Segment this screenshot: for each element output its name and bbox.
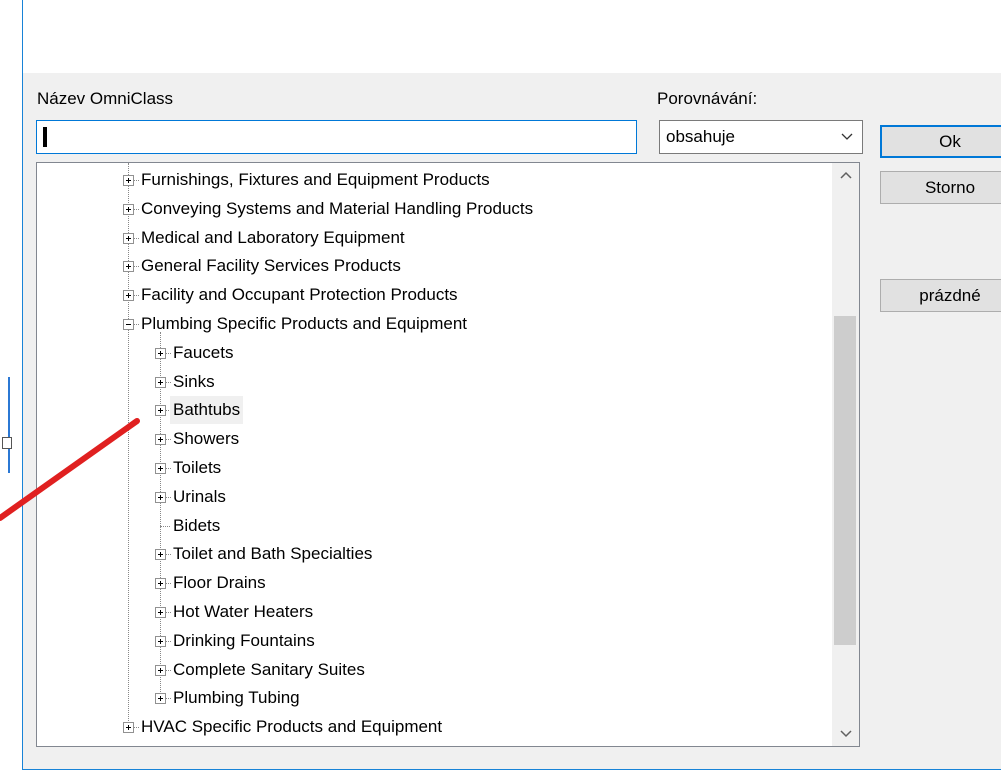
tree-item[interactable]: Faucets bbox=[37, 339, 832, 367]
tree-item-label: Plumbing Specific Products and Equipment bbox=[141, 314, 468, 333]
expand-icon[interactable] bbox=[155, 491, 166, 503]
tree-item[interactable]: Hot Water Heaters bbox=[37, 598, 832, 626]
expand-icon[interactable] bbox=[155, 607, 166, 618]
tree-item[interactable]: Complete Sanitary Suites bbox=[37, 656, 832, 684]
expand-icon[interactable] bbox=[155, 664, 166, 676]
tree-item-label: General Facility Services Products bbox=[141, 256, 401, 276]
tree-item-label: Hot Water Heaters bbox=[173, 602, 314, 621]
expand-icon[interactable] bbox=[155, 376, 166, 388]
tree-item[interactable]: Bidets bbox=[37, 512, 832, 540]
cancel-button[interactable]: Storno bbox=[880, 171, 1001, 204]
tree-item[interactable]: Showers bbox=[37, 425, 832, 453]
tree-item[interactable]: Plumbing Tubing bbox=[37, 684, 832, 712]
compare-select[interactable]: obsahuje bbox=[659, 120, 863, 154]
tree-item-label: Floor Drains bbox=[173, 573, 266, 593]
text-caret bbox=[43, 127, 47, 147]
empty-button[interactable]: prázdné bbox=[880, 279, 1001, 312]
tree-item-label: Medical and Laboratory Equipment bbox=[141, 227, 405, 247]
chevron-down-icon[interactable] bbox=[832, 722, 859, 746]
tree-item[interactable]: Urinals bbox=[37, 483, 832, 511]
tree-item[interactable]: Plumbing Specific Products and Equipment bbox=[37, 310, 832, 338]
expand-icon[interactable] bbox=[123, 203, 134, 215]
tree-item-label: Showers bbox=[173, 429, 240, 449]
omniclass-name-input[interactable] bbox=[36, 120, 637, 154]
scrollbar-thumb[interactable] bbox=[834, 316, 856, 645]
expand-icon[interactable] bbox=[155, 347, 166, 359]
tree-item[interactable]: General Facility Services Products bbox=[37, 252, 832, 280]
tree-item-label: Urinals bbox=[173, 486, 226, 506]
tree-item-label: Drinking Fountains bbox=[173, 630, 315, 650]
omniclass-tree[interactable]: Furnishings, Fixtures and Equipment Prod… bbox=[36, 162, 860, 747]
expand-icon[interactable] bbox=[155, 405, 166, 417]
chevron-down-icon bbox=[841, 133, 853, 140]
tree-item[interactable]: Furnishings, Fixtures and Equipment Prod… bbox=[37, 166, 832, 194]
tree-item[interactable]: Conveying Systems and Material Handling … bbox=[37, 195, 832, 223]
tree-item[interactable]: Toilets bbox=[37, 454, 832, 482]
tree-item[interactable]: HVAC Specific Products and Equipment bbox=[37, 713, 832, 741]
tree-item-label: Complete Sanitary Suites bbox=[173, 659, 365, 679]
expand-icon[interactable] bbox=[155, 693, 166, 705]
expand-icon[interactable] bbox=[155, 434, 166, 446]
tree-item-label: Bathtubs bbox=[170, 396, 244, 425]
collapse-icon[interactable] bbox=[123, 319, 134, 330]
expand-icon[interactable] bbox=[123, 290, 134, 302]
tree-item-label: Facility and Occupant Protection Product… bbox=[141, 285, 458, 305]
ok-button[interactable]: Ok bbox=[880, 125, 1001, 158]
tree-item-label: Bidets bbox=[173, 515, 221, 535]
tree-item[interactable]: Facility and Occupant Protection Product… bbox=[37, 281, 832, 309]
title-bar: ✕ bbox=[23, 0, 1001, 73]
expand-icon[interactable] bbox=[155, 578, 166, 590]
expand-icon[interactable] bbox=[123, 175, 134, 186]
tree-item[interactable]: Floor Drains bbox=[37, 569, 832, 597]
tree-item[interactable]: Sinks bbox=[37, 368, 832, 396]
tree-item[interactable]: Medical and Laboratory Equipment bbox=[37, 224, 832, 252]
tree-connector bbox=[160, 525, 170, 528]
expand-icon[interactable] bbox=[123, 232, 134, 244]
chevron-up-icon[interactable] bbox=[832, 163, 859, 187]
tree-scrollbar[interactable] bbox=[832, 163, 859, 746]
tree-item[interactable]: Bathtubs bbox=[37, 396, 832, 425]
tree-item-label: Conveying Systems and Material Handling … bbox=[141, 198, 534, 218]
tree-item-label: Sinks bbox=[173, 371, 215, 391]
tree-item[interactable]: Toilet and Bath Specialties bbox=[37, 540, 832, 568]
tree-item-label: Faucets bbox=[173, 342, 234, 362]
expand-icon[interactable] bbox=[123, 722, 134, 734]
tree-content: Furnishings, Fixtures and Equipment Prod… bbox=[37, 163, 832, 746]
expand-icon[interactable] bbox=[155, 549, 166, 561]
compare-label: Porovnávání: bbox=[657, 89, 758, 108]
expand-icon[interactable] bbox=[155, 463, 166, 474]
background-selection-line bbox=[8, 377, 10, 473]
tree-item-label: Toilets bbox=[173, 458, 222, 477]
tree-item-label: HVAC Specific Products and Equipment bbox=[141, 717, 443, 737]
omniclass-dialog: ✕ Název OmniClass Porovnávání: obsahuje … bbox=[22, 0, 1001, 770]
expand-icon[interactable] bbox=[123, 261, 134, 273]
expand-icon[interactable] bbox=[155, 635, 166, 647]
omniclass-name-label: Název OmniClass bbox=[37, 89, 174, 108]
background-window-edge bbox=[0, 0, 22, 781]
tree-item[interactable]: Drinking Fountains bbox=[37, 627, 832, 655]
tree-item-label: Plumbing Tubing bbox=[173, 688, 300, 708]
tree-item-label: Toilet and Bath Specialties bbox=[173, 544, 373, 564]
background-handle-icon bbox=[2, 437, 12, 449]
compare-select-value: obsahuje bbox=[666, 127, 736, 146]
tree-item-label: Furnishings, Fixtures and Equipment Prod… bbox=[141, 170, 490, 189]
